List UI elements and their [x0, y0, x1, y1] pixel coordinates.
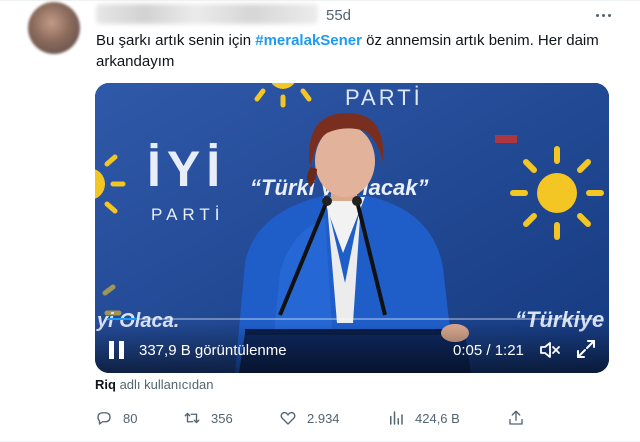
more-dot-icon — [601, 13, 605, 17]
share-button[interactable] — [507, 406, 525, 430]
retweet-button[interactable]: 356 — [183, 406, 233, 430]
views-button[interactable]: 424,6 B — [387, 406, 460, 430]
video-progress-fill — [107, 318, 138, 320]
video-player[interactable]: PARTİ İYİ PARTİ “Türki yi Olacak” yi Ola… — [95, 83, 609, 373]
pause-bar-icon — [109, 341, 114, 359]
reply-count: 80 — [123, 410, 138, 426]
blurred-username[interactable] — [96, 4, 318, 24]
more-dot-icon — [607, 13, 611, 17]
like-button[interactable]: 2.934 — [279, 406, 340, 430]
heart-icon — [280, 411, 296, 425]
video-progress-bar[interactable] — [107, 318, 597, 320]
avatar[interactable] — [28, 2, 80, 54]
reply-icon — [97, 412, 111, 425]
more-dot-icon — [595, 13, 599, 17]
tweet-card: 55d Bu şarkı artık senin için #meralakSe… — [0, 0, 640, 442]
video-view-count: 337,9 B görüntülenme — [139, 342, 287, 359]
views-count: 424,6 B — [415, 410, 460, 426]
tweet-text: Bu şarkı artık senin için #meralakSener … — [96, 30, 606, 72]
analytics-icon — [390, 411, 403, 425]
video-attribution: Riq adlı kullanıcıdan — [95, 377, 214, 392]
share-icon — [509, 410, 523, 425]
video-timecode: 0:05 / 1:21 — [453, 342, 524, 359]
fullscreen-icon[interactable] — [575, 338, 597, 360]
retweet-icon — [184, 412, 200, 424]
attribution-suffix: adlı kullanıcıdan — [115, 377, 214, 392]
tweet-actions-bar: 80 356 2.934 424,6 B — [95, 406, 615, 430]
mute-icon[interactable] — [539, 340, 561, 360]
pause-bar-icon — [119, 341, 124, 359]
reply-button[interactable]: 80 — [95, 406, 137, 430]
hashtag-link[interactable]: #meralakSener — [255, 32, 362, 49]
tweet-timestamp[interactable]: 55d — [326, 7, 351, 24]
tweet-text-start: Bu şarkı artık senin için — [96, 32, 256, 49]
divider — [0, 0, 640, 1]
like-count: 2.934 — [307, 410, 340, 426]
pause-button[interactable] — [109, 341, 125, 359]
retweet-count: 356 — [211, 410, 233, 426]
attribution-user-link[interactable]: Riq — [95, 377, 116, 392]
more-options-button[interactable] — [588, 6, 618, 24]
